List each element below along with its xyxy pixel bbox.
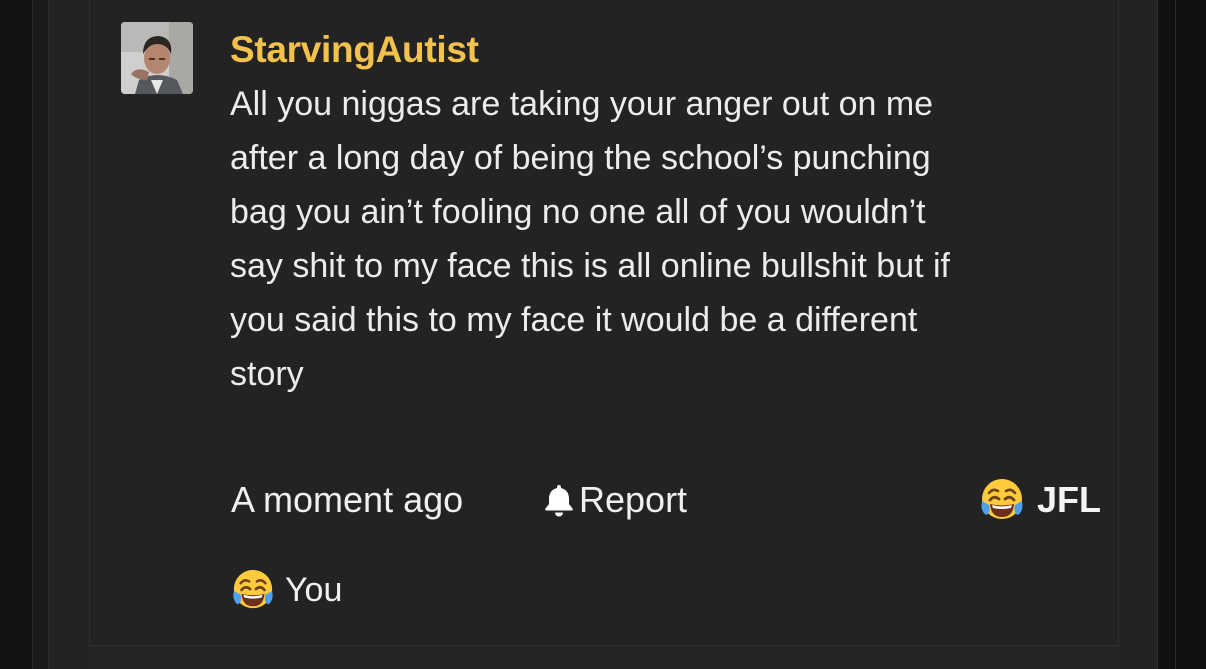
- comment-body: All you niggas are taking your anger out…: [230, 85, 950, 393]
- reaction-label: JFL: [1036, 479, 1101, 520]
- comment-meta-row: A moment ago Report JFL: [231, 476, 1101, 526]
- right-edge: [1156, 0, 1206, 669]
- report-button[interactable]: Report: [543, 480, 687, 520]
- left-border-line: [32, 0, 33, 669]
- report-label: Report: [579, 479, 688, 520]
- next-comment-card: [89, 646, 1119, 669]
- thread-line-right: [1118, 0, 1119, 646]
- right-border-line: [1175, 0, 1176, 669]
- user-avatar-photo: [121, 22, 193, 94]
- comment-author[interactable]: StarvingAutist: [230, 30, 479, 70]
- face-with-tears-of-joy-icon: [981, 479, 1023, 519]
- avatar[interactable]: [121, 22, 193, 94]
- reactor-label: You: [285, 571, 343, 609]
- face-with-tears-of-joy-icon: [233, 569, 273, 609]
- left-edge: [0, 0, 32, 669]
- reaction-button[interactable]: JFL: [979, 476, 1101, 524]
- thread-line-left: [89, 0, 90, 646]
- reactors-row[interactable]: You: [231, 568, 342, 612]
- bell-icon: [545, 485, 573, 517]
- comment-panel: StarvingAutist All you niggas are taking…: [48, 0, 1158, 669]
- comment-timestamp: A moment ago: [231, 479, 464, 520]
- page: StarvingAutist All you niggas are taking…: [0, 0, 1206, 669]
